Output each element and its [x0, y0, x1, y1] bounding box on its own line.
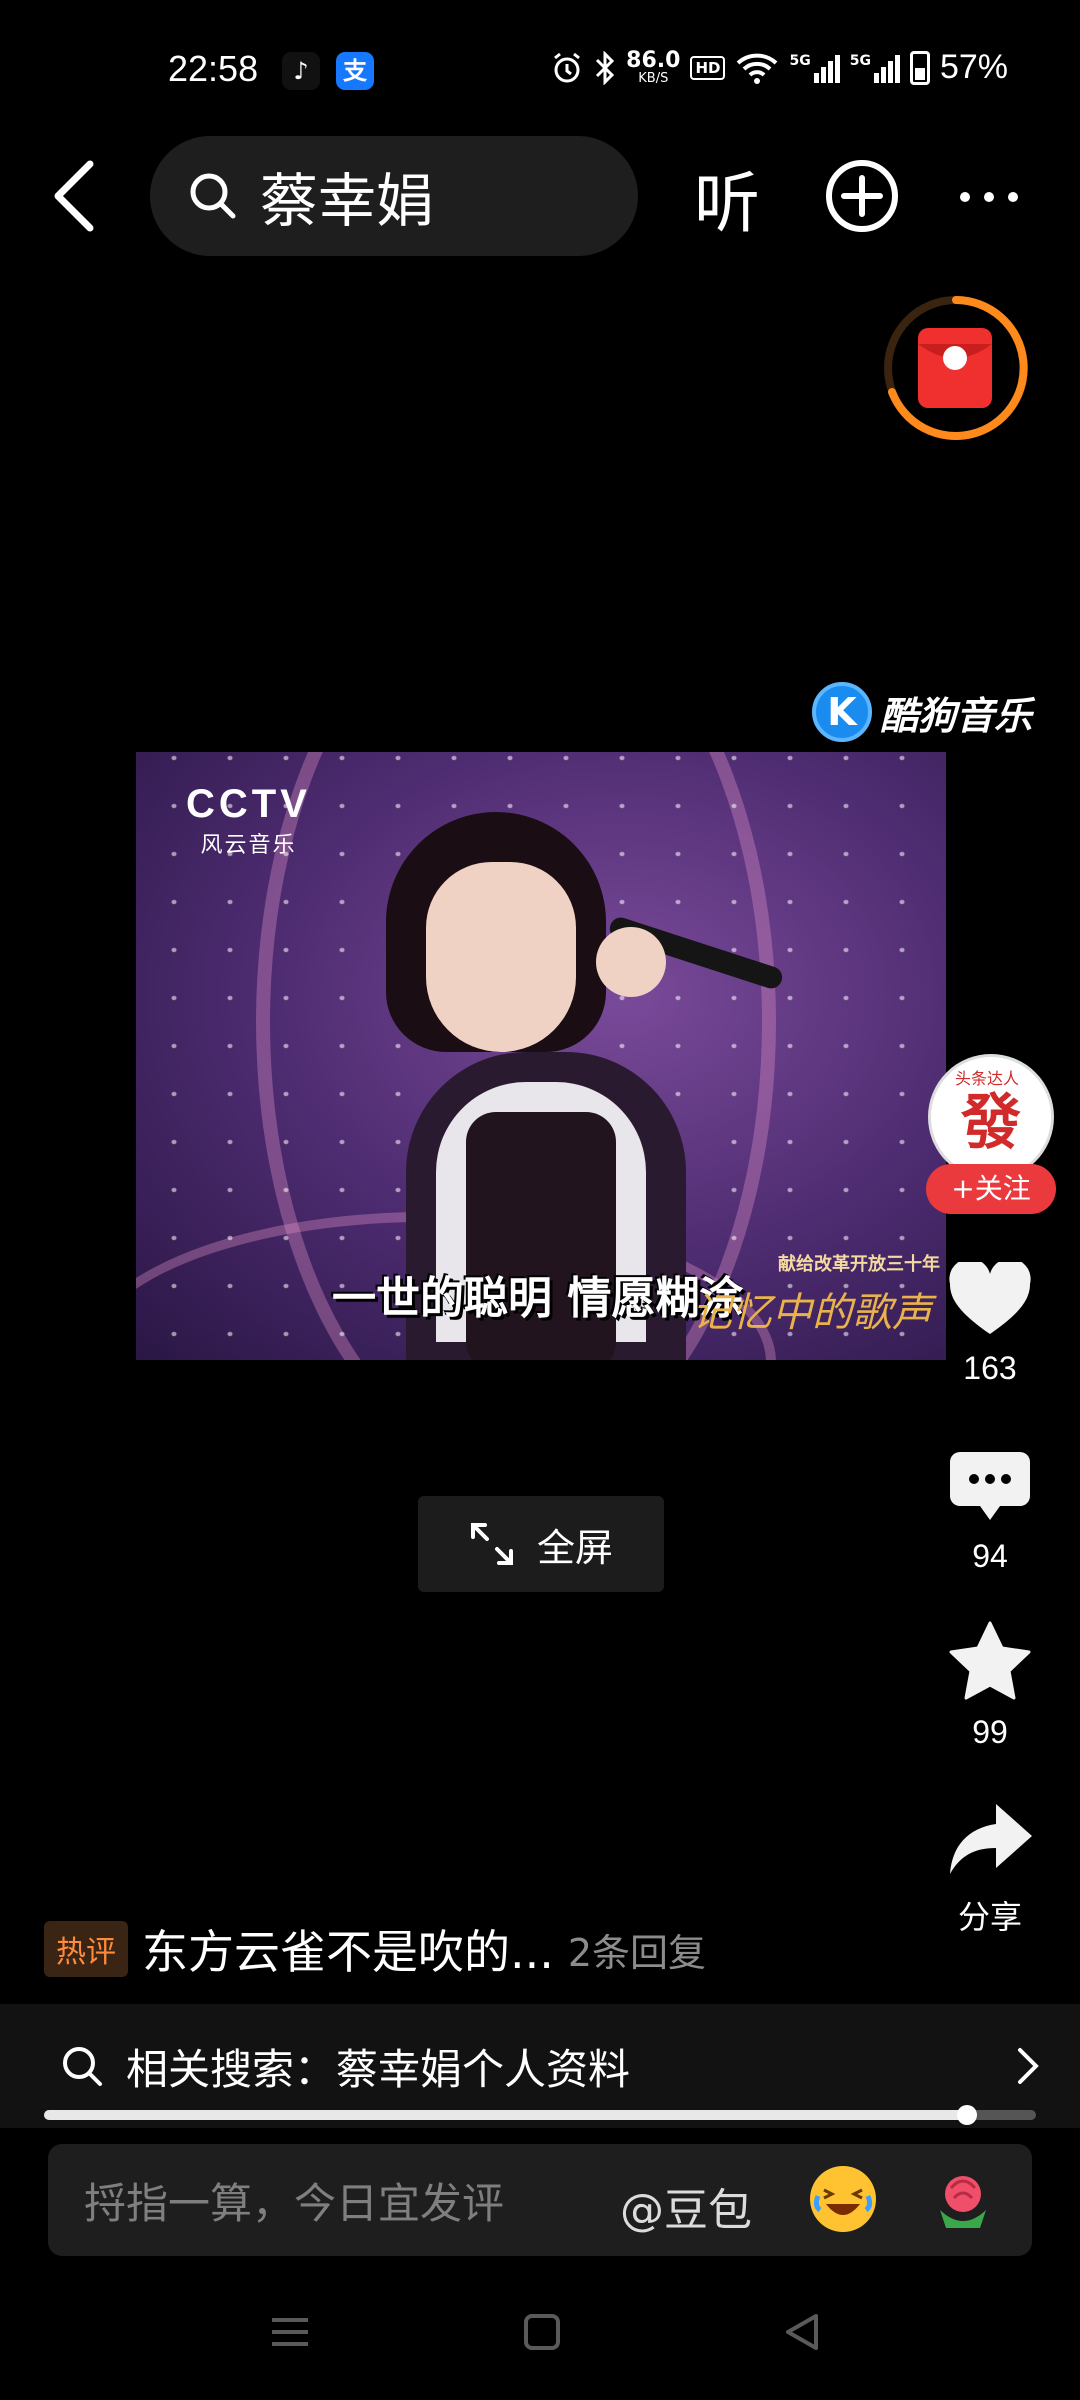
video-corner-sign: 记忆中的歌声	[692, 1290, 932, 1336]
video-player[interactable]: CCTV 风云音乐 一世的聪明 情愿糊涂 献给改革开放三十年 记忆中的歌声	[136, 752, 946, 1360]
related-search-label: 相关搜索：蔡幸娟个人资料	[126, 2044, 631, 2094]
more-dot-icon	[1008, 192, 1018, 202]
laughing-emoji-icon[interactable]	[810, 2166, 876, 2232]
home-square-icon	[524, 2314, 560, 2350]
share-arrow-icon	[950, 1804, 1032, 1874]
share-button[interactable]: 分享	[940, 1800, 1040, 1938]
more-button[interactable]	[960, 192, 1018, 202]
comment-placeholder: 捋指一算，今日宜发评	[84, 2178, 505, 2228]
search-query: 蔡幸娟	[260, 167, 435, 235]
kugou-watermark-text: 酷狗音乐	[880, 693, 1033, 738]
bluetooth-icon	[594, 50, 616, 85]
home-nav-button[interactable]	[520, 2310, 564, 2358]
like-count: 163	[963, 1350, 1017, 1386]
tiktok-notification-icon: ♪	[282, 52, 320, 90]
network-speed: 86.0 KB/S	[626, 48, 681, 86]
listen-button[interactable]: 听	[694, 150, 760, 246]
hot-comment-text: 东方云雀不是吹的...	[142, 1925, 554, 1979]
comment-count: 94	[972, 1538, 1008, 1574]
singer-figure	[596, 927, 666, 997]
comment-input[interactable]: 捋指一算，今日宜发评 @豆包	[48, 2144, 1032, 2256]
alipay-notification-icon: 支	[336, 52, 374, 90]
signal-icon-1: 5G	[789, 53, 840, 83]
progress-fill	[44, 2110, 967, 2120]
red-envelope-button[interactable]	[880, 292, 1032, 444]
video-corner-tag: 献给改革开放三十年	[778, 1254, 940, 1275]
follow-button[interactable]: +关注	[926, 1164, 1056, 1214]
status-bar: 22:58 ♪ 支 86.0 KB/S HD 5G 5G 57%	[0, 0, 1080, 140]
video-subtitle: 一世的聪明 情愿糊涂	[332, 1273, 744, 1324]
back-nav-button[interactable]	[780, 2310, 824, 2358]
plus-circle-icon	[826, 160, 898, 232]
chevron-right-icon	[1018, 2048, 1039, 2084]
red-envelope-icon	[884, 296, 1028, 440]
mention-doubao-button[interactable]: @豆包	[620, 2174, 752, 2238]
search-box[interactable]: 蔡幸娟	[150, 136, 638, 256]
comment-icon	[950, 1452, 1030, 1520]
search-icon	[190, 173, 236, 219]
favorite-button[interactable]: 99	[940, 1620, 1040, 1751]
signal-icon-2: 5G	[850, 53, 900, 83]
status-time: 22:58	[168, 48, 259, 89]
heart-icon	[949, 1258, 1031, 1334]
kugou-logo-icon: K	[812, 682, 872, 742]
expand-icon	[470, 1523, 513, 1565]
cctv-logo: CCTV 风云音乐	[186, 782, 311, 858]
favorite-count: 99	[972, 1714, 1008, 1750]
hot-comment[interactable]: 热评 东方云雀不是吹的... 2条回复	[44, 1916, 706, 1982]
singer-figure	[426, 862, 576, 1052]
back-triangle-icon	[786, 2314, 818, 2350]
add-button[interactable]	[824, 158, 900, 238]
system-nav-bar	[0, 2290, 1080, 2400]
hd-voice-icon: HD	[690, 55, 726, 80]
battery-percent: 57%	[939, 48, 1008, 86]
fullscreen-button[interactable]: 全屏	[418, 1496, 664, 1592]
comment-button[interactable]: 94	[940, 1448, 1040, 1575]
author-avatar[interactable]: 头条达人 發 +关注	[924, 1050, 1062, 1220]
menu-icon	[272, 2318, 308, 2346]
back-button[interactable]	[48, 156, 100, 236]
share-label: 分享	[957, 1899, 1022, 1935]
kugou-watermark: K 酷狗音乐	[812, 682, 1032, 742]
avatar-tag: 头条达人	[955, 1069, 1020, 1088]
star-icon	[949, 1621, 1031, 1700]
fullscreen-label: 全屏	[536, 1525, 613, 1570]
more-dot-icon	[984, 192, 994, 202]
video-progress-bar[interactable]	[44, 2105, 1036, 2125]
menu-nav-button[interactable]	[268, 2310, 312, 2358]
chevron-left-icon	[54, 160, 94, 232]
like-button[interactable]: 163	[940, 1258, 1040, 1387]
battery-icon	[909, 50, 930, 85]
alarm-icon	[550, 51, 584, 85]
wifi-icon	[735, 51, 779, 85]
avatar[interactable]: 头条达人 發	[928, 1054, 1054, 1180]
more-dot-icon	[960, 192, 970, 202]
hot-comment-replies[interactable]: 2条回复	[568, 1922, 706, 1977]
search-icon	[63, 2047, 102, 2086]
progress-handle[interactable]	[956, 2105, 977, 2125]
rose-emoji-icon[interactable]	[930, 2166, 996, 2232]
hot-comment-tag: 热评	[44, 1921, 128, 1977]
